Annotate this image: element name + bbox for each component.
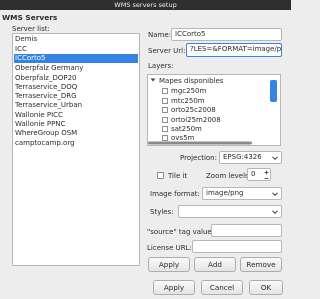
server-list-item-selected[interactable]: ICCorto5 [14,54,138,63]
name-label: Name: [148,31,172,39]
layers-root-label: Mapes disponibles [159,77,224,85]
layers-tree[interactable]: Mapes disponibles mgc250m mtc250m orto25… [147,74,281,146]
layer-name: ortoi25m2008 [171,116,221,124]
server-list-item[interactable]: Demis [14,35,138,44]
image-format-label: Image format: [150,190,200,198]
layer-name: mtc250m [171,97,205,105]
server-list-item[interactable]: ICC [14,45,138,54]
chevron-down-icon [272,210,278,215]
section-title: WMS Servers [2,13,58,22]
source-tag-label: "source" tag value: [147,228,215,236]
triangle-down-icon[interactable] [150,77,156,83]
server-list-item[interactable]: WhereGroup OSM [14,129,138,138]
server-list-item[interactable]: Oberpfalz Germany [14,64,138,73]
chevron-down-icon [272,192,278,197]
layer-checkbox[interactable] [162,126,168,132]
license-url-label: License URL: [147,244,192,252]
server-list-item[interactable]: Terraservice_DRG [14,92,138,101]
chevron-down-icon [272,156,278,161]
image-format-value: image/png [206,189,244,197]
tile-it-label: Tile it [168,172,188,180]
layer-checkbox[interactable] [162,107,168,113]
server-list[interactable]: Demis ICC ICCorto5 Oberpfalz Germany Obe… [12,33,140,266]
projection-select[interactable]: EPSG:4326 [219,151,282,164]
cancel-button[interactable]: Cancel [201,280,243,295]
layer-row[interactable]: ortoi25m2008 [162,116,221,124]
layer-row[interactable]: orto25c2008 [162,106,216,114]
projection-value: EPSG:4326 [223,153,262,161]
layer-name: orto25c2008 [171,106,216,114]
styles-select[interactable] [178,205,282,218]
zoom-levels-value: 0 [251,170,256,178]
add-server-button[interactable]: Add [194,257,236,272]
server-list-item[interactable]: Terraservice_DOQ [14,83,138,92]
layers-label: Layers: [148,62,174,70]
remove-server-button[interactable]: Remove [240,257,282,272]
layer-name: sat250m [171,125,202,133]
server-url-label: Server Url: [148,47,186,55]
layer-checkbox[interactable] [162,98,168,104]
window-title: WMS servers setup [0,0,291,10]
styles-label: Styles: [150,208,174,216]
layers-vertical-scrollbar[interactable] [270,80,277,102]
source-tag-input[interactable] [211,224,282,237]
ok-button[interactable]: OK [249,280,283,295]
server-list-item[interactable]: Terraservice_Urban [14,101,138,110]
server-list-item[interactable]: camptocamp.org [14,139,138,148]
layer-checkbox[interactable] [162,88,168,94]
apply-server-button[interactable]: Apply [148,257,190,272]
server-list-item[interactable]: Wallonie PPNC [14,120,138,129]
license-url-input[interactable] [192,240,282,253]
tile-it-checkbox[interactable] [157,172,164,179]
minus-icon[interactable] [264,176,269,181]
projection-label: Projection: [180,154,217,162]
layer-name: mgc250m [171,87,207,95]
server-url-input[interactable]: ?LES=&FORMAT=image/png [186,43,282,57]
zoom-levels-spinbox[interactable]: 0 [247,168,271,181]
layer-row[interactable]: mtc250m [162,97,205,105]
layers-root-row[interactable]: Mapes disponibles [150,77,223,85]
zoom-levels-label: Zoom levels [206,172,249,180]
image-format-select[interactable]: image/png [202,187,282,200]
layer-checkbox[interactable] [162,117,168,123]
server-list-item[interactable]: Wallonie PICC [14,111,138,120]
layer-row[interactable]: sat250m [162,125,202,133]
server-list-label: Server list: [12,25,50,33]
apply-button[interactable]: Apply [153,280,195,295]
server-list-item[interactable]: Oberpfalz_DOP20 [14,74,138,83]
layer-row[interactable]: mgc250m [162,87,206,95]
name-input[interactable]: ICCorto5 [171,28,282,41]
layers-horizontal-scrollbar[interactable] [148,141,270,145]
plus-icon[interactable] [264,170,269,175]
